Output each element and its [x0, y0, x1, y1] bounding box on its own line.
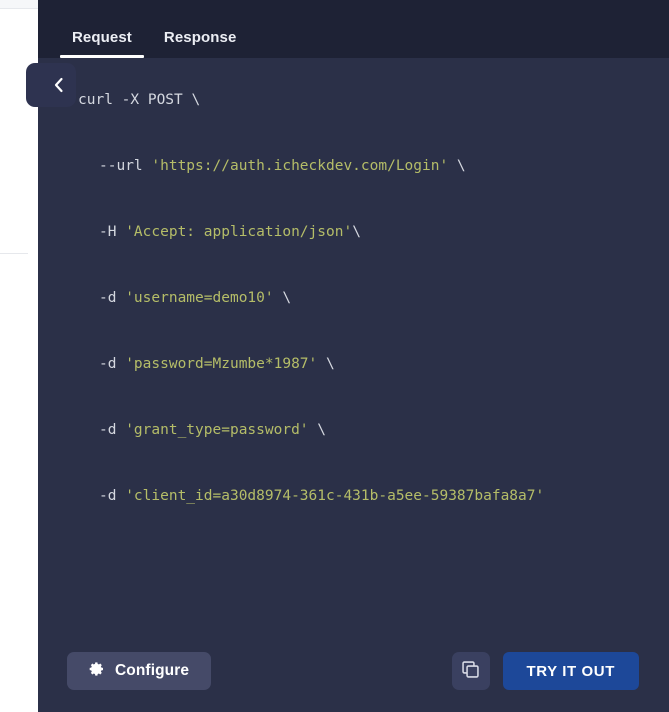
code-token-flag: -H [99, 224, 126, 240]
panel-tab-bar: Request Response [38, 0, 669, 58]
code-line: -d 'password=Mzumbe*1987' \ [78, 348, 645, 381]
code-token-string: 'Accept: application/json' [125, 224, 353, 240]
code-token-string: 'https://auth.icheckdev.com/Login' [151, 158, 449, 174]
code-token-string: 'grant_type=password' [125, 422, 309, 438]
code-token-plain: \ [352, 224, 361, 240]
panel-action-bar: Configure TRY IT OUT [38, 630, 669, 712]
code-token-string: 'password=Mzumbe*1987' [125, 356, 318, 372]
copy-button[interactable] [451, 652, 490, 690]
code-line: -d 'client_id=a30d8974-361c-431b-a5ee-59… [78, 480, 645, 513]
collapse-panel-button[interactable] [26, 63, 76, 107]
curl-code-block: curl -X POST \ --url 'https://auth.ichec… [78, 84, 645, 513]
try-it-out-button[interactable]: TRY IT OUT [502, 652, 639, 690]
code-token-plain: curl -X POST \ [78, 92, 201, 108]
tab-response[interactable]: Response [148, 30, 253, 58]
code-line: -d 'username=demo10' \ [78, 282, 645, 315]
code-line: -H 'Accept: application/json'\ [78, 216, 645, 249]
configure-button[interactable]: Configure [67, 652, 212, 690]
copy-icon [460, 659, 481, 683]
api-request-panel: Request Response curl -X POST \ --url 'h… [26, 0, 669, 712]
code-line: curl -X POST \ [78, 84, 645, 117]
code-token-plain: \ [448, 158, 466, 174]
code-snippet-area[interactable]: curl -X POST \ --url 'https://auth.ichec… [38, 58, 669, 630]
code-token-flag: -d [99, 422, 126, 438]
tab-request[interactable]: Request [56, 30, 148, 58]
page-scrollbar-track[interactable] [28, 10, 66, 712]
code-token-string: 'username=demo10' [125, 290, 274, 306]
code-token-plain: \ [273, 290, 292, 306]
code-line: --url 'https://auth.icheckdev.com/Login'… [78, 150, 645, 183]
configure-button-label: Configure [115, 662, 190, 679]
code-token-string: 'client_id=a30d8974-361c-431b-a5ee-59387… [125, 488, 545, 504]
chevron-left-icon [52, 76, 65, 94]
code-token-flag: -d [99, 356, 126, 372]
code-token-flag: -d [99, 488, 126, 504]
code-token-flag: --url [99, 158, 152, 174]
gear-icon [89, 661, 105, 682]
code-token-plain: \ [317, 356, 335, 372]
code-token-plain: \ [308, 422, 326, 438]
code-token-flag: -d [99, 290, 126, 306]
code-line: -d 'grant_type=password' \ [78, 414, 645, 447]
